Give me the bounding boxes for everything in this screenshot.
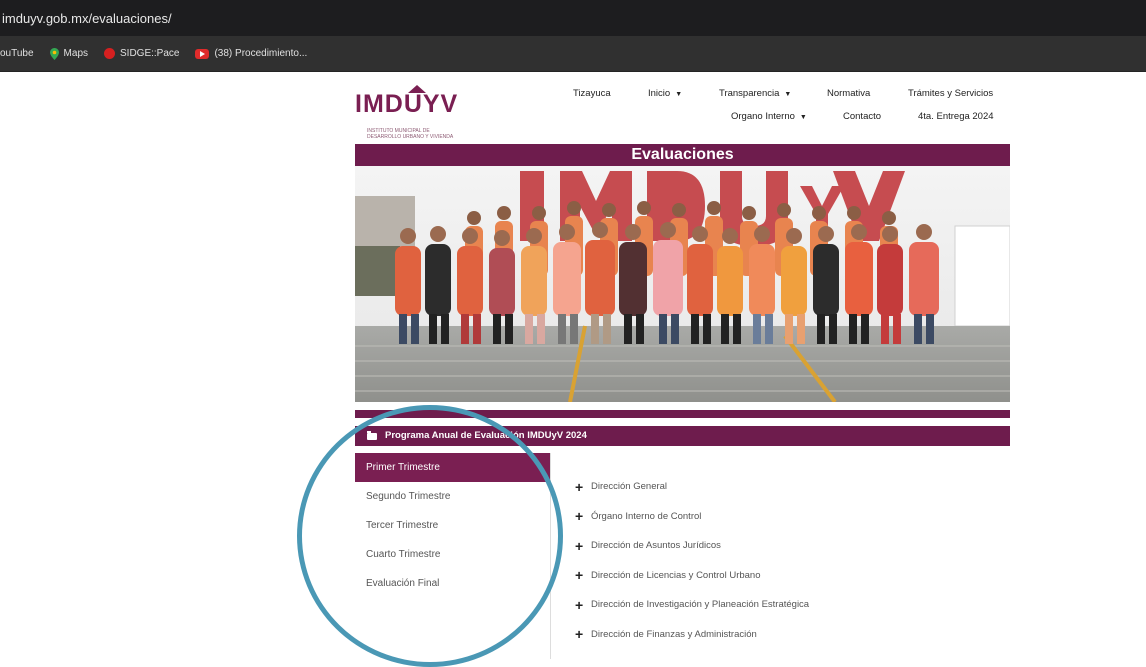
- bookmark-label: ouTube: [0, 48, 34, 59]
- nav-organo-interno[interactable]: Organo Interno ▼: [731, 111, 807, 122]
- nav-contacto[interactable]: Contacto: [843, 111, 881, 122]
- plus-icon: +: [575, 537, 584, 554]
- accordion-item[interactable]: + Dirección de Licencias y Control Urbano: [575, 561, 1010, 591]
- page-title: Evaluaciones: [355, 144, 1010, 166]
- nav-tramites[interactable]: Trámites y Servicios: [908, 88, 993, 99]
- site-logo[interactable]: IMDUYV Instituto Municipal de Desarrollo…: [355, 82, 475, 140]
- logo-subtitle: Instituto Municipal de Desarrollo Urbano…: [367, 128, 454, 140]
- accordion-item[interactable]: + Órgano Interno de Control: [575, 502, 1010, 532]
- divider-strip: [355, 410, 1010, 418]
- nav-normativa[interactable]: Normativa: [827, 88, 870, 99]
- nav-tizayuca[interactable]: Tizayuca: [573, 88, 611, 99]
- nav-transparencia[interactable]: Transparencia ▼: [719, 88, 791, 99]
- logo-wordmark: IMDUYV: [355, 90, 459, 118]
- program-title: Programa Anual de Evaluación IMDUyV 2024: [385, 430, 587, 441]
- bookmark-label: SIDGE::Pace: [120, 48, 180, 59]
- youtube-icon: [195, 48, 210, 59]
- program-header: Programa Anual de Evaluación IMDUyV 2024: [355, 426, 1010, 446]
- address-bar[interactable]: imduyv.gob.mx/evaluaciones/: [0, 0, 1146, 36]
- hero-group-photo: [355, 166, 1010, 402]
- trimester-tabs: Primer Trimestre Segundo Trimestre Terce…: [355, 453, 551, 659]
- tab-evaluacion-final[interactable]: Evaluación Final: [355, 569, 550, 598]
- bookmarks-bar: ouTube Maps SIDGE::Pace (38) Procedimien…: [0, 36, 1146, 72]
- plus-icon: +: [575, 508, 584, 525]
- tab-cuarto-trimestre[interactable]: Cuarto Trimestre: [355, 540, 550, 569]
- folder-icon: [367, 430, 377, 440]
- plus-icon: +: [575, 567, 584, 584]
- nav-inicio[interactable]: Inicio ▼: [648, 88, 682, 99]
- bookmark-label: (38) Procedimiento...: [214, 48, 308, 59]
- accordion-item[interactable]: + Dirección de Finanzas y Administración: [575, 620, 1010, 650]
- directions-accordion: + Dirección General + Órgano Interno de Co…: [575, 472, 1010, 649]
- accordion-item[interactable]: + Dirección de Investigación y Planeación…: [575, 590, 1010, 620]
- bookmark-sidge[interactable]: SIDGE::Pace: [104, 48, 179, 59]
- tab-segundo-trimestre[interactable]: Segundo Trimestre: [355, 482, 550, 511]
- bookmark-maps[interactable]: Maps: [49, 47, 88, 60]
- accordion-item[interactable]: + Dirección de Asuntos Jurídicos: [575, 531, 1010, 561]
- bookmark-label: Maps: [63, 48, 88, 59]
- caret-down-icon: ▼: [784, 91, 792, 98]
- maps-pin-icon: [49, 47, 59, 60]
- site-content: IMDUYV Instituto Municipal de Desarrollo…: [355, 72, 1010, 659]
- url-text[interactable]: imduyv.gob.mx/evaluaciones/: [2, 11, 172, 26]
- tab-primer-trimestre[interactable]: Primer Trimestre: [355, 453, 550, 482]
- red-circle-icon: [104, 48, 115, 59]
- plus-icon: +: [575, 596, 584, 613]
- tab-tercer-trimestre[interactable]: Tercer Trimestre: [355, 511, 550, 540]
- plus-icon: +: [575, 626, 584, 643]
- plus-icon: +: [575, 478, 584, 495]
- bookmark-youtube[interactable]: ouTube: [0, 48, 34, 59]
- accordion-item[interactable]: + Dirección General: [575, 472, 1010, 502]
- bookmark-procedimiento[interactable]: (38) Procedimiento...: [195, 48, 307, 59]
- caret-down-icon: ▼: [799, 114, 807, 121]
- nav-entrega[interactable]: 4ta. Entrega 2024: [918, 111, 994, 122]
- caret-down-icon: ▼: [675, 91, 683, 98]
